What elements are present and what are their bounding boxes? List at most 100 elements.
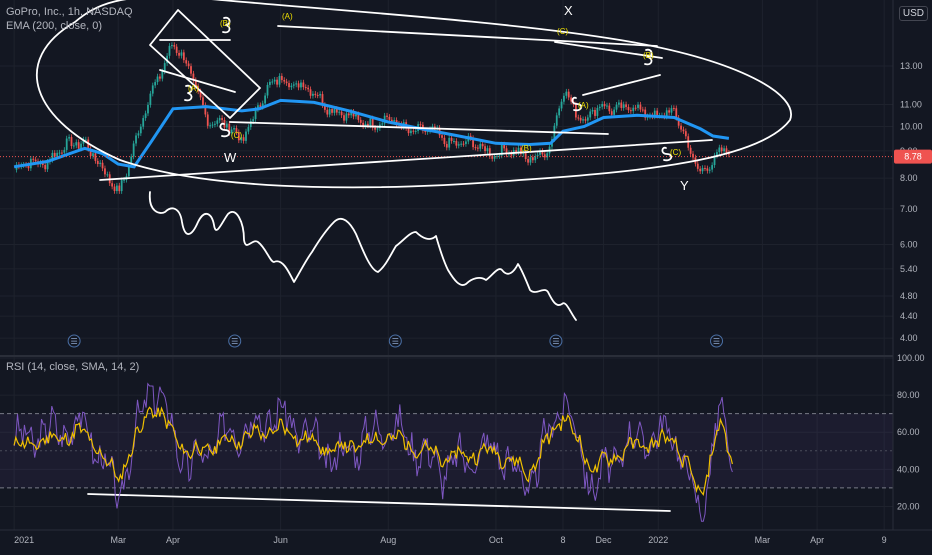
candle-body [58,152,61,154]
symbol-legend[interactable]: GoPro, Inc., 1h, NASDAQ [6,6,133,18]
support-line[interactable] [229,121,609,135]
candle-body [720,147,723,152]
wave-label-c3: (C) [670,148,681,157]
candle-body [567,91,570,98]
candle-body [355,114,357,117]
candle-body [524,152,527,160]
candle-body [116,185,118,192]
candle-body [271,81,274,83]
candle-body [457,144,460,146]
candle-body [34,159,37,162]
candle-body [328,109,331,115]
candle-body [347,113,350,116]
candle-body [462,143,465,145]
candle-body [333,108,336,113]
candle-body [689,147,692,154]
candle-body [118,185,121,192]
candle-body [104,168,106,175]
hand-drawn-projection[interactable] [148,191,577,321]
candle-body [156,76,159,83]
candle-body [295,83,298,85]
rsi-tick-label: 100.00 [897,353,925,363]
candle-body [92,153,94,157]
earnings-marker[interactable]: ☰ [67,334,81,348]
wave-label-b1: (B) [521,144,532,153]
earnings-marker[interactable]: ☰ [388,334,402,348]
time-tick-label: Mar [755,535,771,545]
ema-legend[interactable]: EMA (200, close, 0) [6,20,102,32]
candle-body [161,71,164,79]
rsi-legend[interactable]: RSI (14, close, SMA, 14, 2) [6,361,139,373]
rsi-pane[interactable] [0,382,893,522]
candle-body [216,120,219,124]
wedge-c-line[interactable] [582,74,661,96]
candle-body [343,115,345,121]
candle-body [560,101,563,109]
time-tick-label: 8 [560,535,565,545]
price-tick-label: 7.00 [900,204,918,214]
candle-body [190,66,192,74]
candle-body [312,93,314,96]
candle-body [278,75,281,85]
earnings-marker[interactable]: ☰ [228,334,242,348]
candle-body [113,186,116,192]
candle-body [725,148,728,153]
candle-body [316,95,319,97]
candle-body [484,146,486,152]
currency-badge[interactable]: USD [898,6,928,21]
wave-label-a2: (A) [578,101,589,110]
candle-body [151,85,154,94]
earnings-markers[interactable]: ☰ ☰ ☰ ☰ ☰ [67,334,724,348]
candle-body [672,108,675,110]
candle-body [245,131,247,141]
candle-body [639,104,642,110]
candle-body [386,115,388,117]
time-tick-label: Apr [166,535,180,545]
candle-body [178,52,180,56]
candle-body [682,129,685,132]
candle-body [620,102,623,108]
candle-body [455,140,458,146]
candle-body [637,104,639,108]
candle-body [65,138,68,150]
price-tick-label: 4.00 [900,333,918,343]
candle-body [283,79,286,82]
earnings-marker[interactable]: ☰ [710,334,724,348]
candle-body [147,104,149,114]
wedge-box[interactable] [149,9,261,119]
candle-body [292,84,295,86]
rsi-tick-label: 60.00 [897,427,920,437]
candle-body [448,137,451,148]
candle-body [527,159,529,163]
candle-body [476,147,479,149]
chart-canvas[interactable]: ☰ ☰ ☰ ☰ ☰ (A) (B) (C) (C) (A) (B) (C) (B… [0,0,932,550]
candle-body [211,124,214,126]
earnings-marker[interactable]: ☰ [549,334,563,348]
candle-body [264,95,267,104]
candle-body [481,143,484,147]
candle-body [374,127,376,130]
lower-trendline[interactable] [99,139,713,181]
candle-body [596,107,599,116]
time-axis[interactable]: 2021 Mar Apr Jun Aug Oct 8 Dec 2022 Mar Apr 9 [14,535,887,545]
time-tick-label: 2021 [14,535,34,545]
candle-body [94,153,97,161]
candle-body [300,82,302,88]
wave-label-b3: (B) [220,19,231,28]
candle-body [443,137,446,144]
rsi-trendline[interactable] [87,493,671,512]
earnings-glyph: ☰ [713,337,720,346]
candle-body [668,110,671,113]
candle-body [711,165,714,170]
candle-body [412,130,415,132]
candle-body [290,85,293,88]
candle-body [106,174,109,176]
candle-body [594,110,596,116]
candle-body [137,133,140,136]
candle-body [618,102,620,105]
candle-body [696,163,699,169]
candle-body [625,104,627,107]
candle-body [187,63,190,67]
candle-body [99,162,102,165]
candle-body [460,143,463,145]
